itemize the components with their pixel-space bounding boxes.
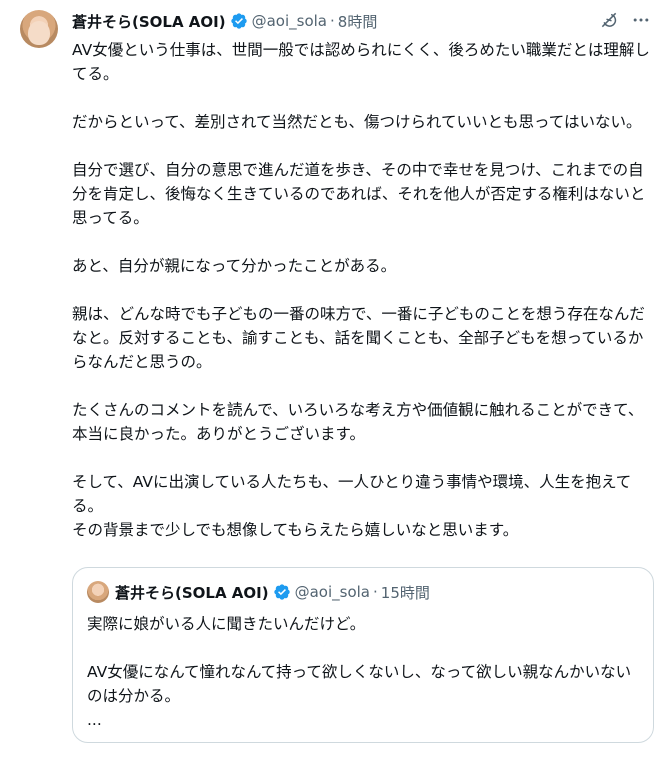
separator-dot: ·	[373, 583, 378, 601]
tweet-paragraph: だからといって、差別されて当然だとも、傷つけられていいとも思ってはいない。	[72, 113, 642, 131]
author-handle[interactable]: @aoi_sola	[252, 12, 327, 30]
tweet-timestamp[interactable]: 8時間	[338, 11, 378, 32]
tweet-paragraph: AV女優という仕事は、世間一般では認められにくく、後ろめたい職業だとは理解してる…	[72, 41, 650, 83]
separator-dot: ·	[330, 12, 335, 30]
quoted-author-display-name: 蒼井そら(SOLA AOI)	[115, 583, 269, 602]
tweet-header: 蒼井そら(SOLA AOI) @aoi_sola · 8時間	[72, 10, 377, 32]
tweet-actions-top	[599, 10, 651, 30]
quoted-author-handle: @aoi_sola	[294, 583, 370, 601]
verified-badge-icon[interactable]	[230, 12, 248, 30]
quoted-paragraph: 実際に娘がいる人に聞きたいんだけど。	[87, 615, 366, 633]
tweet-paragraph: 親は、どんな時でも子どもの一番の味方で、一番に子どものことを想う存在なんだなと。…	[72, 305, 645, 371]
verified-badge-icon	[273, 583, 291, 601]
quoted-tweet[interactable]: 蒼井そら(SOLA AOI) @aoi_sola · 15時間 実際に娘がいる人…	[72, 567, 654, 743]
tweet: 蒼井そら(SOLA AOI) @aoi_sola · 8時間 AV女優という仕事…	[0, 0, 663, 757]
quoted-paragraph: AV女優になんて憧れなんて持って欲しくないし、なって欲しい親なんかいないのは分か…	[87, 663, 632, 705]
tweet-text: AV女優という仕事は、世間一般では認められにくく、後ろめたい職業だとは理解してる…	[72, 38, 654, 542]
tweet-paragraph: 自分で選び、自分の意思で進んだ道を歩き、その中で幸せを見つけ、これまでの自分を肯…	[72, 161, 646, 227]
tweet-paragraph: そして、AVに出演している人たちも、一人ひとり違う事情や環境、人生を抱えてる。	[72, 473, 632, 515]
quoted-paragraph: ...	[87, 711, 102, 729]
quoted-tweet-header: 蒼井そら(SOLA AOI) @aoi_sola · 15時間	[87, 580, 639, 604]
tweet-paragraph: その背景まで少しでも想像してもらえたら嬉しいなと思います。	[72, 521, 519, 539]
grok-icon[interactable]	[599, 10, 619, 30]
tweet-paragraph: あと、自分が親になって分かったことがある。	[72, 257, 397, 275]
tweet-paragraph: たくさんのコメントを読んで、いろいろな考え方や価値観に触れることができて、本当に…	[72, 401, 644, 443]
quoted-tweet-timestamp: 15時間	[380, 583, 430, 602]
more-icon[interactable]	[631, 10, 651, 30]
quoted-tweet-text: 実際に娘がいる人に聞きたいんだけど。 AV女優になんて憧れなんて持って欲しくない…	[87, 612, 639, 732]
author-avatar[interactable]	[20, 10, 58, 48]
quoted-author-avatar	[87, 581, 109, 603]
author-display-name[interactable]: 蒼井そら(SOLA AOI)	[72, 11, 226, 32]
